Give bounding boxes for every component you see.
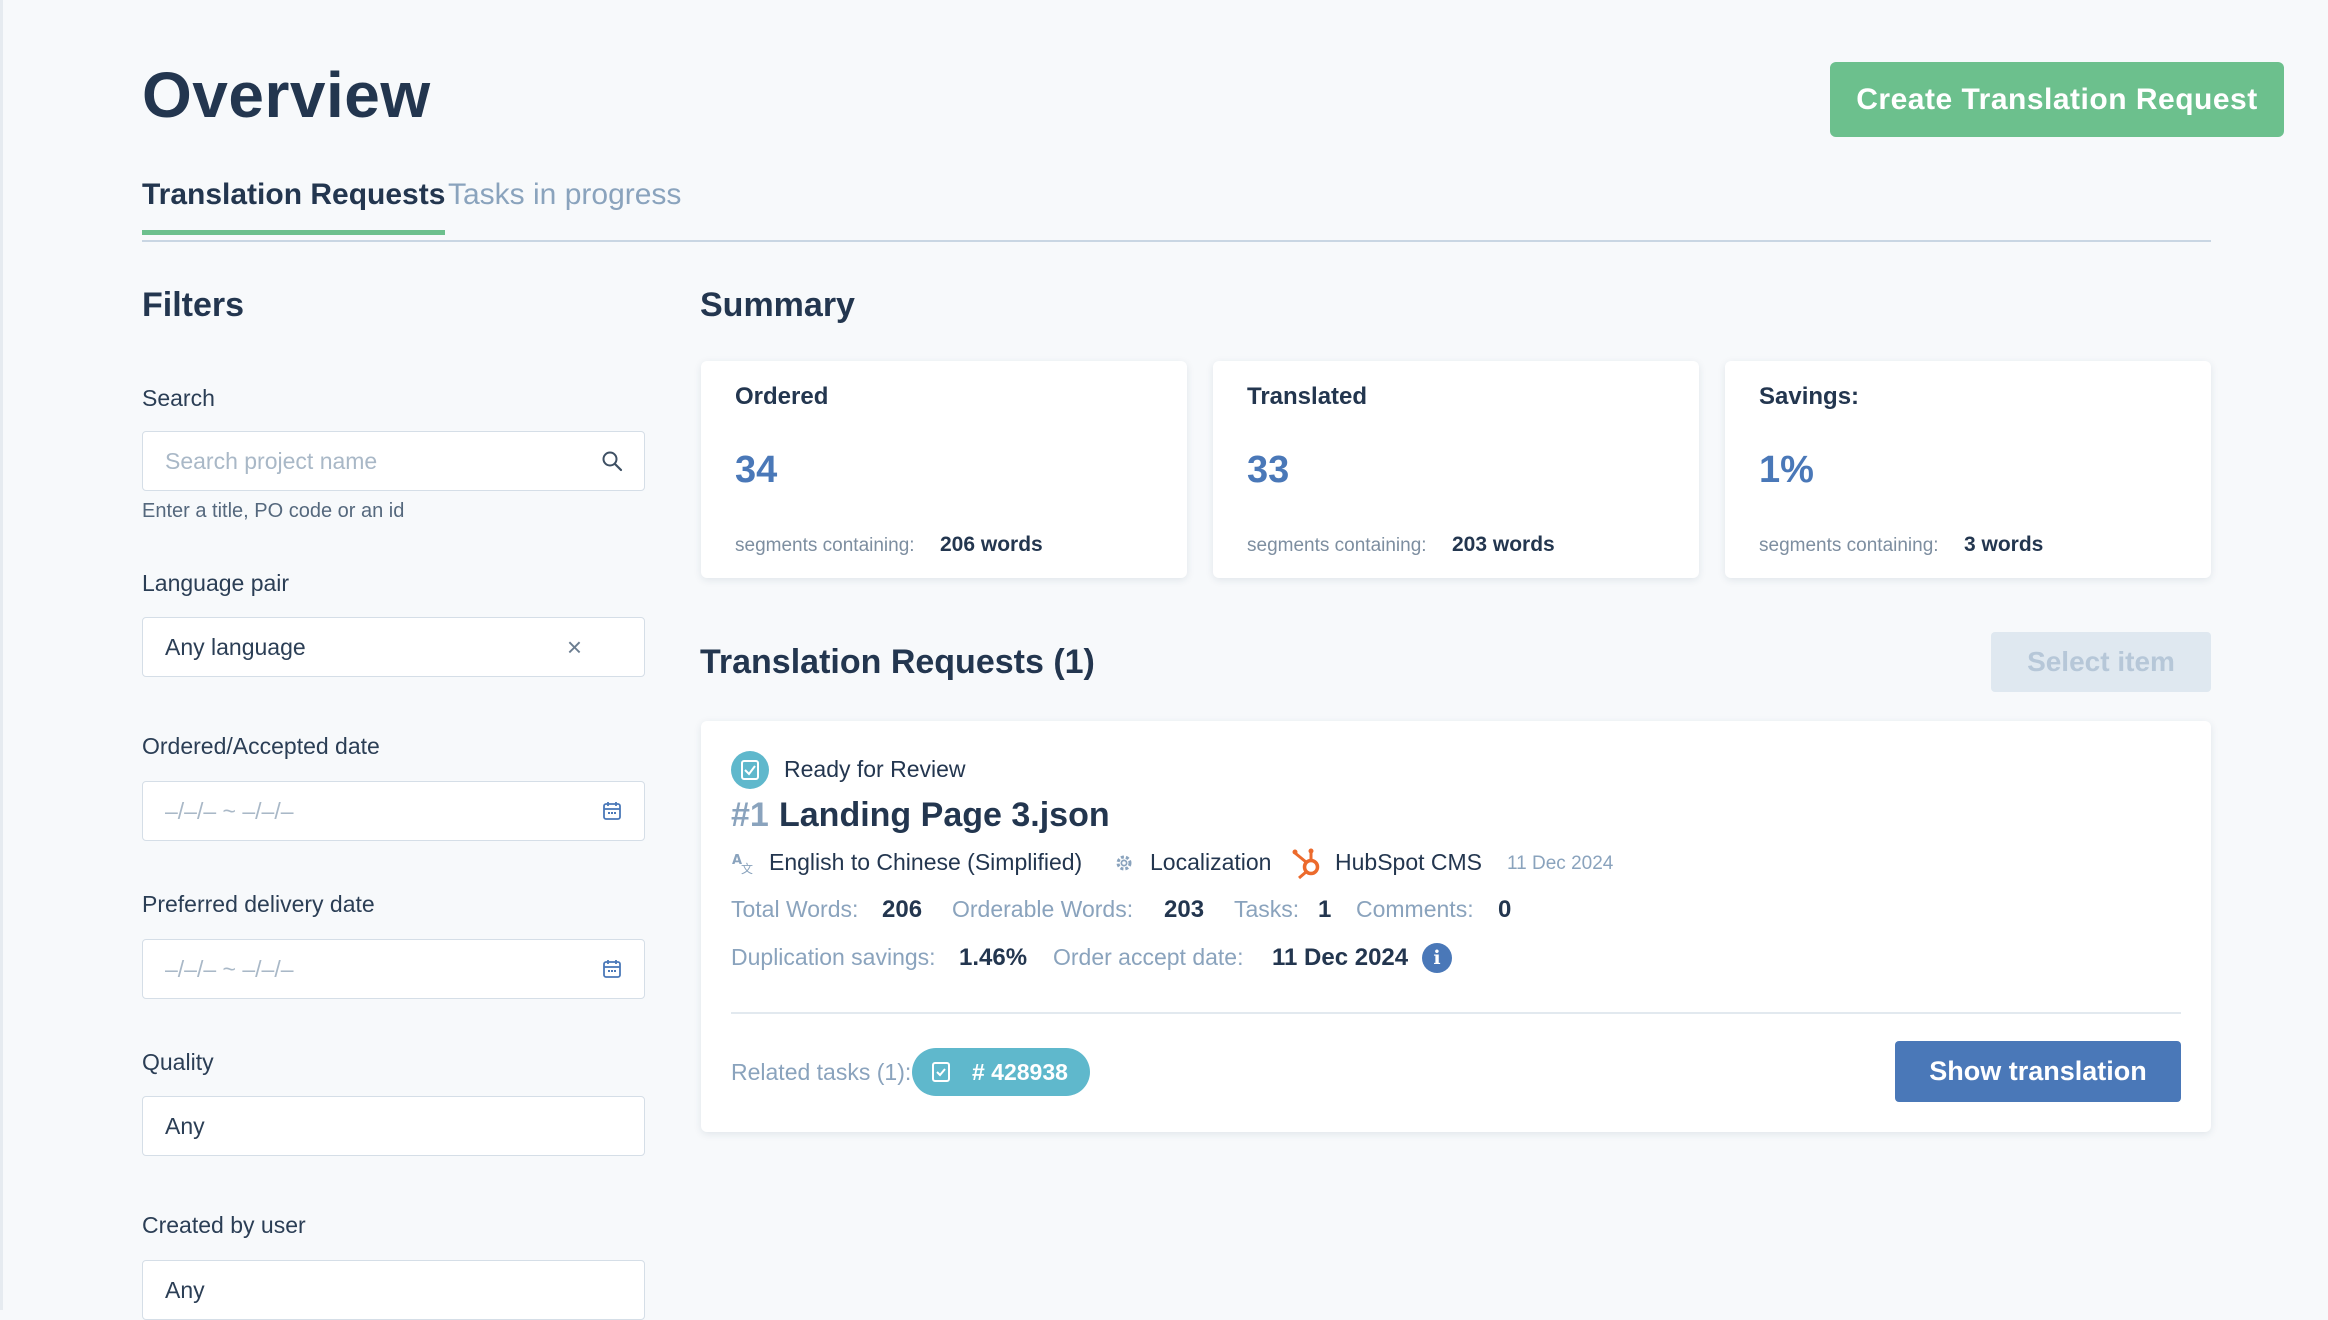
ordered-date-placeholder: –/–/– ~ –/–/– xyxy=(165,798,294,824)
status-icon xyxy=(731,751,769,789)
quality-value: Any xyxy=(165,1113,205,1139)
requests-title: Translation Requests (1) xyxy=(700,643,1095,681)
request-number: #1 xyxy=(731,796,769,834)
total-words-value: 206 xyxy=(882,896,923,923)
page-left-border xyxy=(0,0,3,1310)
orderable-words-label: Orderable Words: xyxy=(952,896,1134,922)
request-date: 11 Dec 2024 xyxy=(1507,853,1614,874)
search-label: Search xyxy=(142,385,215,411)
clear-icon[interactable]: × xyxy=(567,632,582,663)
comments-value: 0 xyxy=(1498,896,1512,923)
ordered-date-label: Ordered/Accepted date xyxy=(142,733,380,759)
summary-card-words: 206 words xyxy=(940,533,1043,556)
total-words-label: Total Words: xyxy=(731,896,859,922)
related-task-id: # 428938 xyxy=(972,1059,1068,1085)
search-placeholder: Search project name xyxy=(165,448,378,474)
create-translation-request-button[interactable]: Create Translation Request xyxy=(1830,62,2284,137)
delivery-date-placeholder: –/–/– ~ –/–/– xyxy=(165,956,294,982)
duplication-savings-value: 1.46% xyxy=(959,944,1028,971)
divider xyxy=(731,1012,2181,1014)
summary-card-sub: segments containing: xyxy=(1759,535,1939,556)
hubspot-icon xyxy=(1292,848,1320,880)
summary-card-sub: segments containing: xyxy=(735,535,915,556)
created-by-value: Any xyxy=(165,1277,205,1303)
request-source: HubSpot CMS xyxy=(1335,849,1483,875)
tab-translation-requests[interactable]: Translation Requests xyxy=(142,178,446,235)
orderable-words-value: 203 xyxy=(1164,896,1205,923)
quality-select[interactable]: Any xyxy=(142,1096,645,1156)
order-accept-date-value: 11 Dec 2024 xyxy=(1272,944,1409,971)
status-label: Ready for Review xyxy=(784,756,966,782)
delivery-date-label: Preferred delivery date xyxy=(142,891,375,917)
quality-label: Quality xyxy=(142,1049,214,1075)
delivery-date-picker[interactable]: –/–/– ~ –/–/– xyxy=(142,939,645,999)
language-pair-label: Language pair xyxy=(142,570,290,596)
gear-icon xyxy=(1116,855,1132,871)
request-title[interactable]: Landing Page 3.json xyxy=(779,796,1110,835)
language-pair-value: Any language xyxy=(165,634,306,660)
related-task-chip[interactable]: # 428938 xyxy=(912,1048,1090,1096)
summary-card-words: 203 words xyxy=(1452,533,1555,556)
summary-card-savings: Savings: 1% segments containing: 3 words xyxy=(1725,361,2211,578)
tasks-label: Tasks: xyxy=(1234,896,1300,922)
task-icon xyxy=(932,1062,950,1082)
search-icon[interactable] xyxy=(600,449,624,473)
select-item-button[interactable]: Select item xyxy=(1991,632,2211,692)
related-tasks-label: Related tasks (1): xyxy=(731,1059,912,1085)
duplication-savings-label: Duplication savings: xyxy=(731,944,936,970)
order-accept-date-label: Order accept date: xyxy=(1053,944,1244,970)
info-icon[interactable]: i xyxy=(1422,943,1452,973)
tasks-value: 1 xyxy=(1318,896,1332,923)
summary-card-value: 34 xyxy=(735,449,778,491)
language-pair: English to Chinese (Simplified) xyxy=(769,849,1083,875)
tab-bar: Translation Requests Tasks in progress xyxy=(142,168,2211,242)
summary-card-title: Translated xyxy=(1247,383,1368,410)
summary-card-translated: Translated 33 segments containing: 203 w… xyxy=(1213,361,1699,578)
summary-card-value: 33 xyxy=(1247,449,1290,491)
summary-card-value: 1% xyxy=(1759,449,1814,491)
translate-icon: A 文 xyxy=(732,853,753,876)
ordered-date-picker[interactable]: –/–/– ~ –/–/– xyxy=(142,781,645,841)
filters-title: Filters xyxy=(142,286,245,324)
created-by-label: Created by user xyxy=(142,1212,306,1238)
summary-title: Summary xyxy=(700,286,855,324)
comments-label: Comments: xyxy=(1356,896,1474,922)
summary-card-ordered: Ordered 34 segments containing: 206 word… xyxy=(701,361,1187,578)
calendar-icon[interactable] xyxy=(600,957,624,981)
search-input[interactable]: Search project name xyxy=(142,431,645,491)
svg-text:文: 文 xyxy=(741,861,753,876)
show-translation-button[interactable]: Show translation xyxy=(1895,1041,2181,1102)
tab-tasks-in-progress[interactable]: Tasks in progress xyxy=(448,178,681,212)
language-pair-select[interactable]: Any language × xyxy=(142,617,645,677)
page-title: Overview xyxy=(142,59,431,131)
created-by-select[interactable]: Any xyxy=(142,1260,645,1320)
request-card[interactable]: Ready for Review #1 Landing Page 3.json … xyxy=(701,721,2211,1132)
search-hint: Enter a title, PO code or an id xyxy=(142,500,405,522)
request-type: Localization xyxy=(1150,849,1272,875)
summary-card-title: Savings: xyxy=(1759,383,1860,410)
calendar-icon[interactable] xyxy=(600,799,624,823)
summary-card-title: Ordered xyxy=(735,383,829,410)
summary-card-sub: segments containing: xyxy=(1247,535,1427,556)
summary-card-words: 3 words xyxy=(1964,533,2044,556)
